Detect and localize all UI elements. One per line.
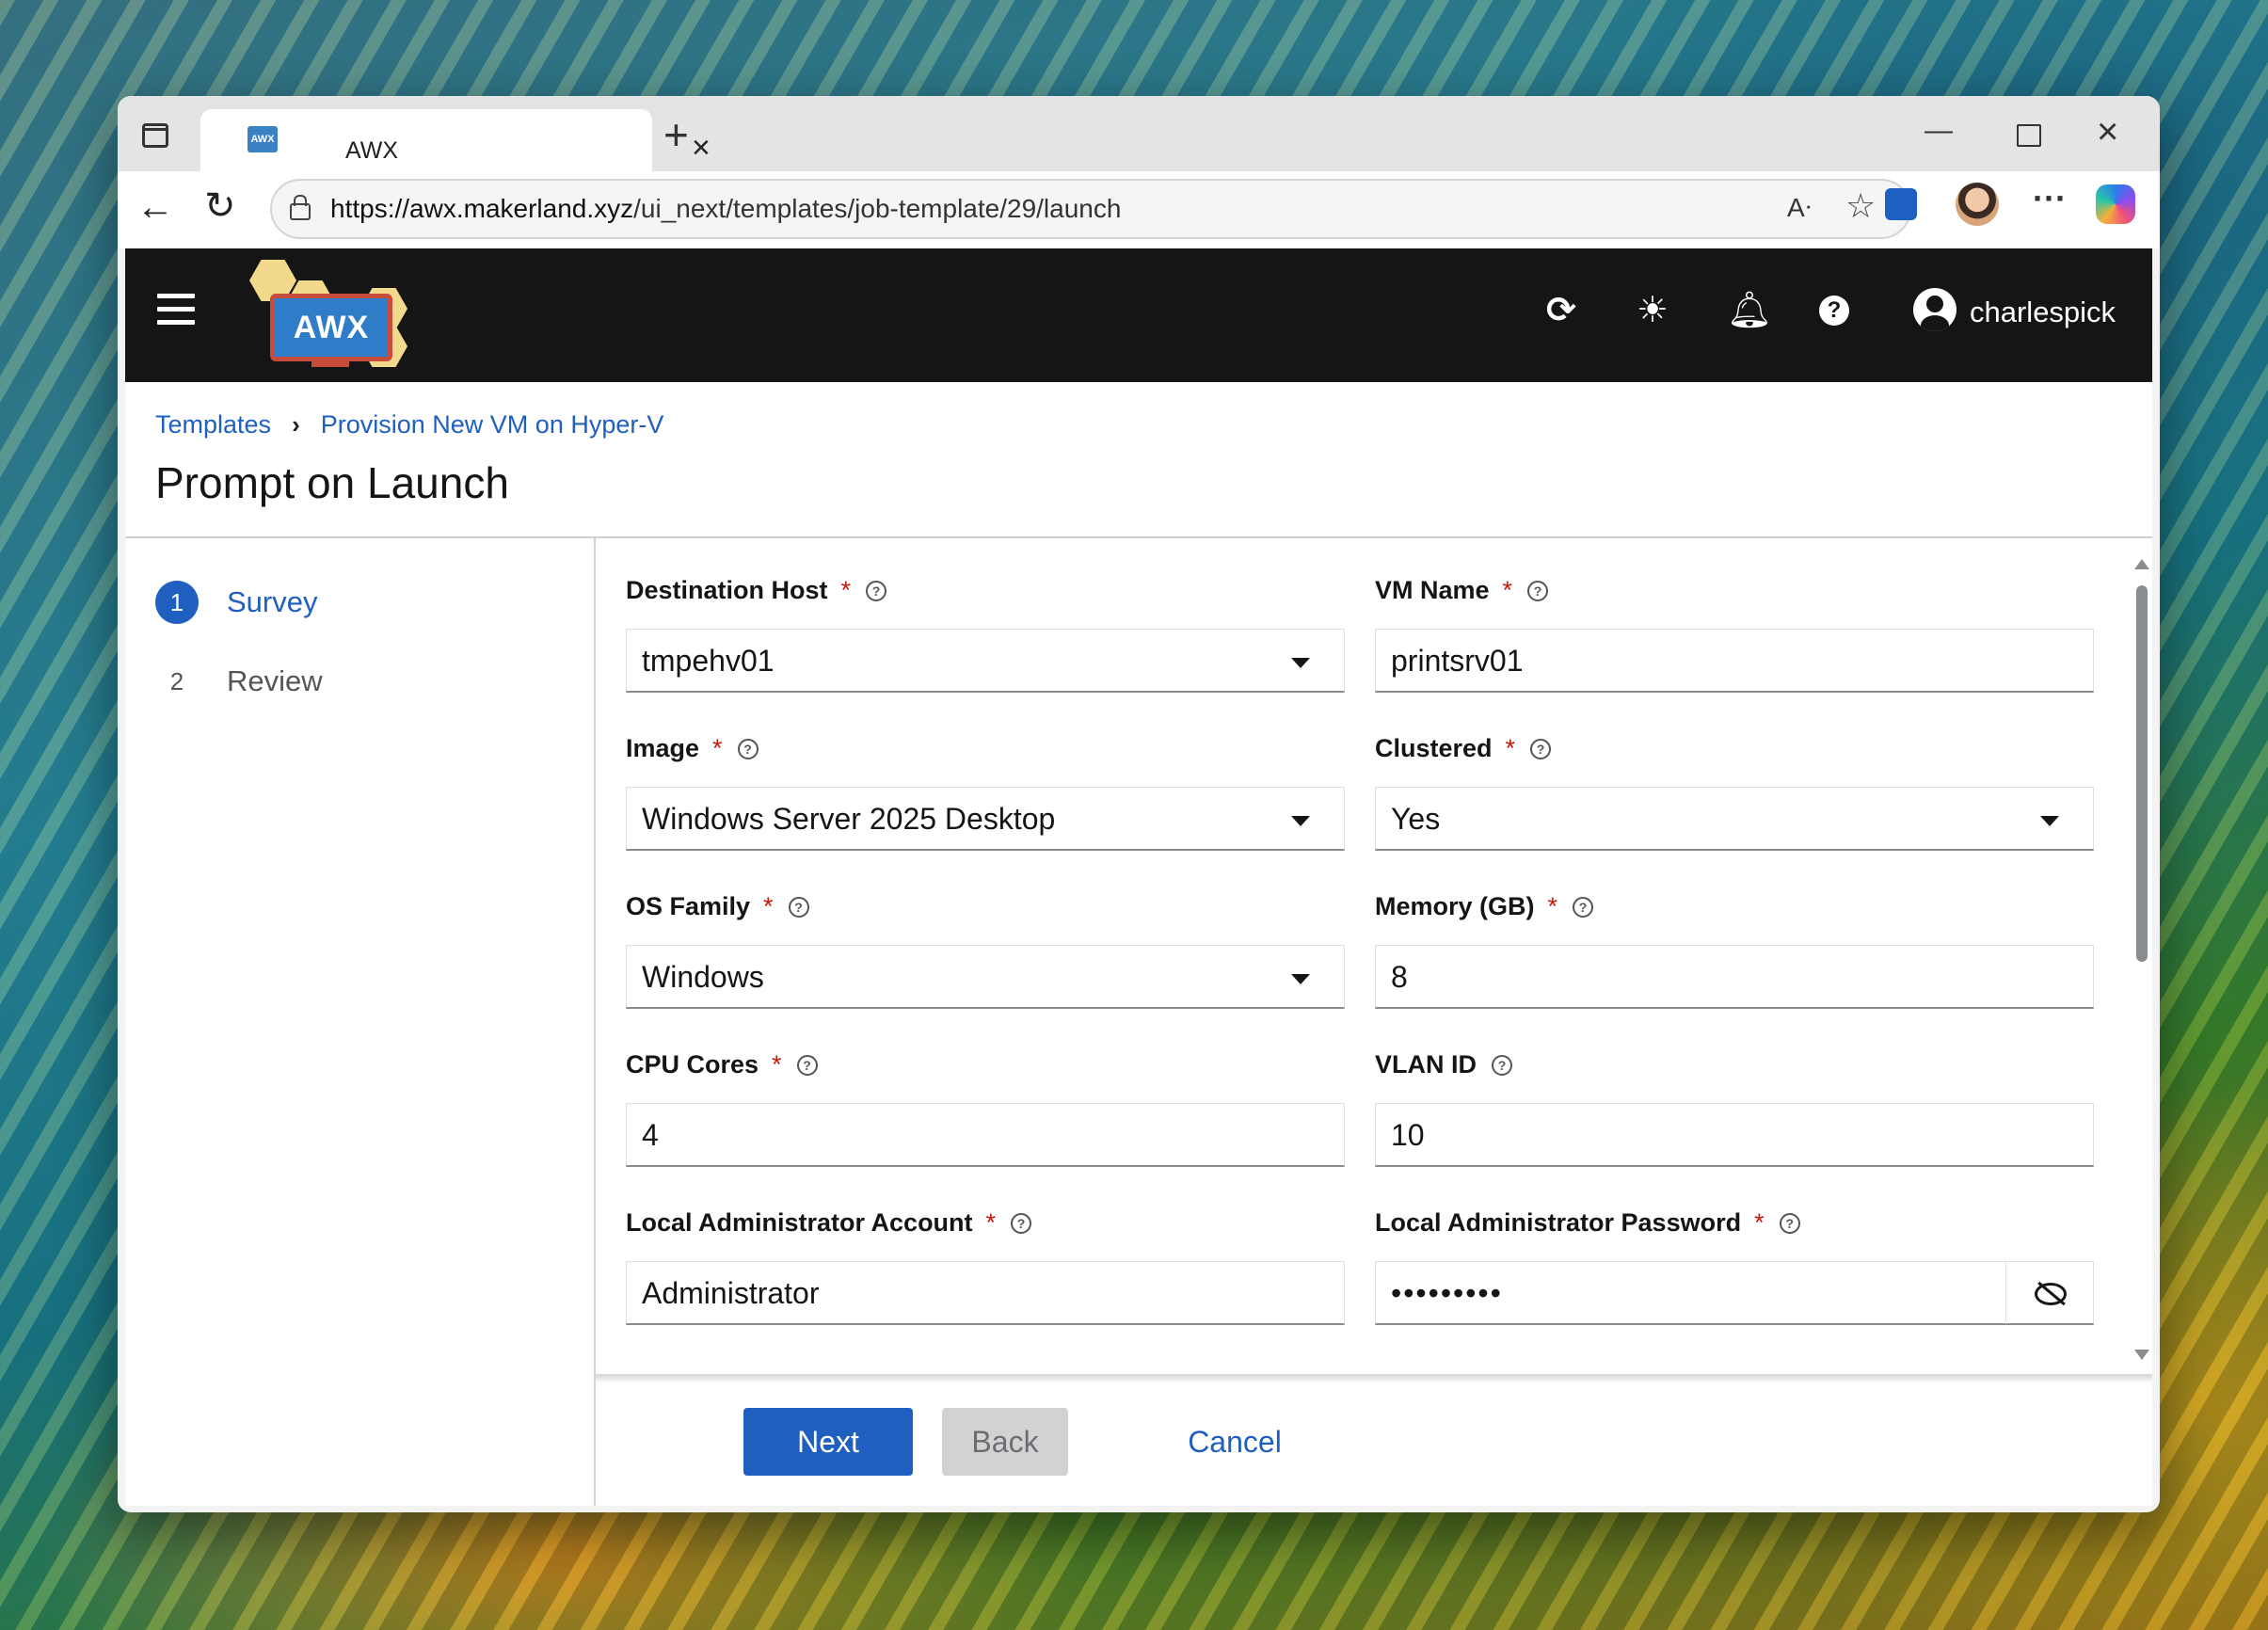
back-arrow-icon[interactable]: ← — [136, 186, 174, 229]
clustered-select[interactable]: Yes — [1375, 787, 2094, 851]
image-label: Image *? — [626, 734, 759, 763]
extension-icon[interactable] — [1885, 188, 1917, 220]
help-circle-icon[interactable]: ? — [737, 738, 759, 759]
help-circle-icon[interactable]: ? — [866, 580, 887, 601]
read-aloud-icon[interactable]: Aᐧ — [1787, 192, 1812, 223]
help-circle-icon[interactable]: ? — [1779, 1212, 1800, 1234]
minimize-icon[interactable]: — — [1925, 115, 1953, 147]
awx-logo[interactable]: AWX — [249, 260, 407, 371]
maximize-icon[interactable] — [2017, 124, 2041, 147]
tab-close-icon[interactable]: × — [692, 132, 711, 164]
profile-avatar[interactable] — [1956, 183, 1999, 226]
local-admin-account-input[interactable]: Administrator — [626, 1261, 1345, 1325]
awx-app: AWX ⟳ ☀ 🔔︎ ? charlespick Templates › Pro… — [125, 248, 2152, 1506]
browser-window: AWX × AWX + — × ← ↻ https://awx.makerlan… — [118, 96, 2160, 1512]
caret-down-icon — [1291, 816, 1310, 826]
reload-icon[interactable]: ↻ — [204, 184, 236, 228]
theme-sun-icon[interactable]: ☀ — [1637, 290, 1669, 331]
memory-input[interactable]: 8 — [1375, 945, 2094, 1009]
step-number: 2 — [169, 667, 184, 695]
caret-down-icon — [1291, 658, 1310, 668]
next-button[interactable]: Next — [743, 1408, 913, 1476]
image-select[interactable]: Windows Server 2025 Desktop — [626, 787, 1345, 851]
url-path: /ui_next/templates/job-template/29/launc… — [633, 194, 1122, 223]
caret-down-icon — [2040, 816, 2059, 826]
url-host: https://awx.makerland.xyz — [330, 194, 634, 223]
page-title: Prompt on Launch — [155, 458, 509, 507]
step-number: 1 — [155, 581, 199, 624]
scroll-thumb[interactable] — [2136, 585, 2148, 962]
breadcrumb: Templates › Provision New VM on Hyper-V — [155, 410, 663, 439]
help-circle-icon[interactable]: ? — [1573, 896, 1594, 918]
address-bar[interactable]: https://awx.makerland.xyz/ui_next/templa… — [270, 179, 1911, 239]
clustered-label: Clustered *? — [1375, 734, 1552, 763]
vm-name-input[interactable]: printsrv01 — [1375, 629, 2094, 693]
footer-divider — [596, 1374, 2152, 1383]
breadcrumb-template-name[interactable]: Provision New VM on Hyper-V — [321, 410, 664, 439]
site-info-lock-icon[interactable] — [287, 194, 311, 220]
step-label: Review — [227, 664, 323, 697]
caret-down-icon — [1291, 974, 1310, 984]
logo-text: AWX — [270, 294, 392, 361]
local-admin-password-input[interactable]: ••••••••• — [1375, 1261, 2094, 1325]
wizard-step-review[interactable]: 2 Review — [155, 660, 323, 703]
help-circle-icon[interactable]: ? — [796, 1054, 818, 1076]
local-admin-password-label: Local Administrator Password *? — [1375, 1208, 1800, 1238]
os-family-label: OS Family *? — [626, 892, 809, 921]
help-circle-icon[interactable]: ? — [1530, 738, 1552, 759]
url-text: https://awx.makerland.xyz/ui_next/templa… — [330, 194, 1121, 224]
help-icon[interactable]: ? — [1819, 296, 1849, 326]
copilot-icon[interactable] — [2096, 184, 2135, 224]
cpu-cores-label: CPU Cores *? — [626, 1050, 818, 1079]
help-circle-icon[interactable]: ? — [1527, 580, 1549, 601]
hamburger-menu-icon[interactable] — [157, 294, 195, 326]
username[interactable]: charlespick — [1970, 296, 2116, 329]
refresh-icon[interactable]: ⟳ — [1546, 290, 1576, 331]
step-label: Survey — [227, 585, 318, 618]
local-admin-account-label: Local Administrator Account *? — [626, 1208, 1032, 1238]
tab-actions-icon[interactable] — [136, 117, 170, 151]
cpu-cores-input[interactable]: 4 — [626, 1103, 1345, 1167]
user-avatar-icon[interactable] — [1913, 288, 1957, 331]
scroll-up-arrow-icon[interactable] — [2134, 559, 2149, 569]
window-close-icon[interactable]: × — [2097, 111, 2118, 153]
tab-strip: AWX × AWX + — × — [118, 96, 2160, 171]
wizard-step-survey[interactable]: 1 Survey — [155, 581, 317, 624]
favorite-star-icon[interactable]: ☆ — [1845, 186, 1876, 226]
os-family-select[interactable]: Windows — [626, 945, 1345, 1009]
help-circle-icon[interactable]: ? — [1492, 1054, 1512, 1076]
survey-form: Destination Host *? tmpehv01 VM Name *? pr… — [596, 538, 2152, 1382]
browser-toolbar: ← ↻ https://awx.makerland.xyz/ui_next/te… — [118, 171, 2160, 248]
back-button[interactable]: Back — [942, 1408, 1068, 1476]
help-circle-icon[interactable]: ? — [788, 896, 809, 918]
cancel-button[interactable]: Cancel — [1174, 1408, 1296, 1476]
eye-slash-icon[interactable] — [2005, 1262, 2093, 1324]
vm-name-label: VM Name *? — [1375, 576, 1549, 605]
vlan-id-input[interactable]: 10 — [1375, 1103, 2094, 1167]
memory-label: Memory (GB) *? — [1375, 892, 1594, 921]
more-menu-icon[interactable]: ··· — [2033, 179, 2067, 218]
scroll-down-arrow-icon[interactable] — [2134, 1350, 2149, 1360]
new-tab-icon[interactable]: + — [663, 113, 689, 156]
notifications-bell-icon[interactable]: 🔔︎ — [1727, 290, 1772, 331]
breadcrumb-templates[interactable]: Templates — [155, 410, 271, 439]
help-circle-icon[interactable]: ? — [1011, 1212, 1032, 1234]
tab-title: AWX — [345, 137, 399, 164]
chevron-right-icon: › — [292, 410, 300, 439]
vlan-id-label: VLAN ID? — [1375, 1050, 1512, 1079]
destination-host-select[interactable]: tmpehv01 — [626, 629, 1345, 693]
masthead: AWX ⟳ ☀ 🔔︎ ? charlespick — [125, 248, 2152, 382]
destination-host-label: Destination Host *? — [626, 576, 887, 605]
tab-favicon-icon: AWX — [248, 126, 278, 152]
form-scrollbar[interactable] — [2134, 559, 2149, 1368]
